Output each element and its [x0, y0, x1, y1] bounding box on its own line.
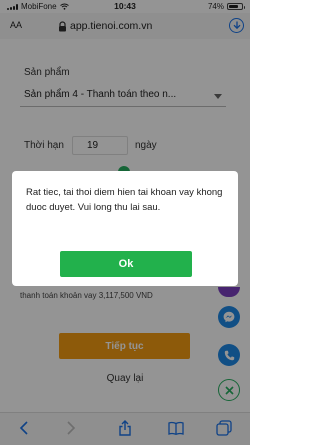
- ok-button[interactable]: Ok: [60, 251, 192, 277]
- phone-screen: MobiFone 10:43 74% AA app.tienoi.com.vn: [0, 0, 250, 445]
- alert-dialog: Rat tiec, tai thoi diem hien tai khoan v…: [12, 171, 238, 286]
- alert-message: Rat tiec, tai thoi diem hien tai khoan v…: [26, 187, 223, 213]
- modal-backdrop[interactable]: Rat tiec, tai thoi diem hien tai khoan v…: [0, 0, 250, 445]
